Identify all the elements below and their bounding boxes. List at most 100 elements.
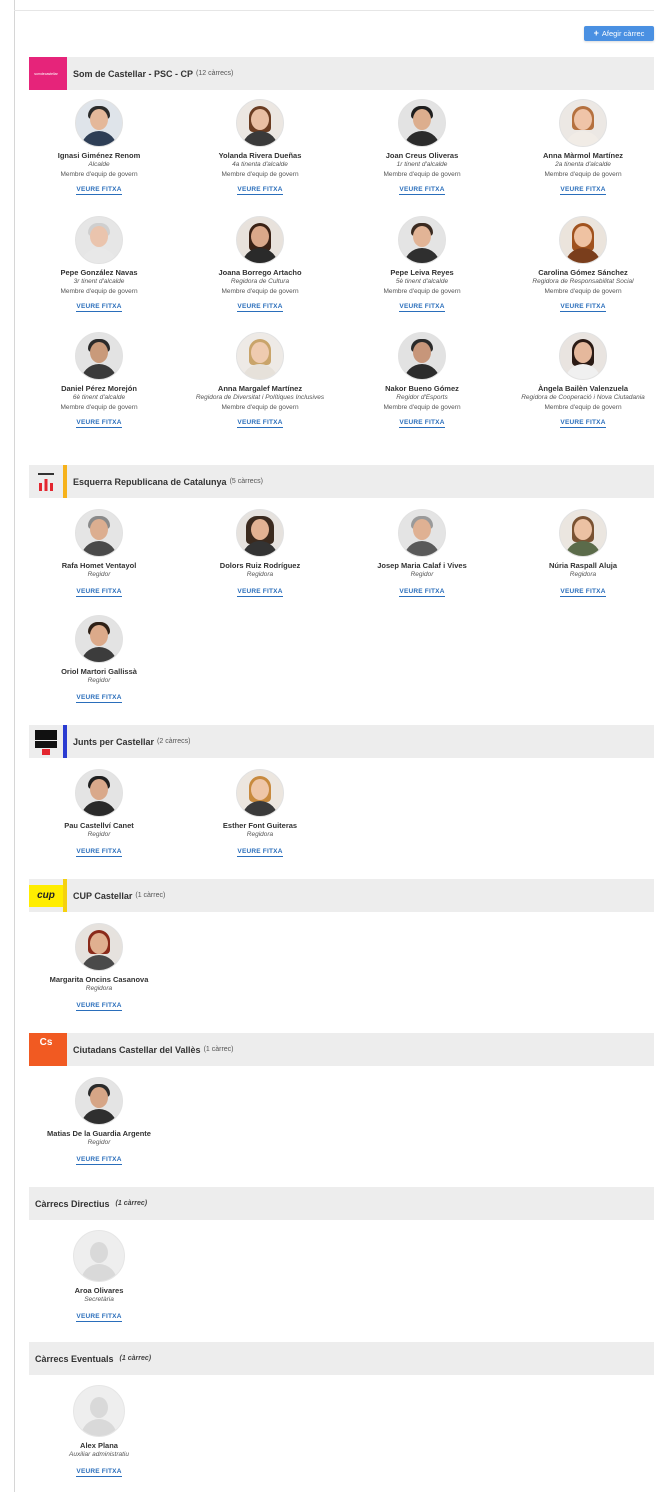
person-name: Joana Borrego Artacho	[218, 268, 302, 277]
view-profile-link[interactable]: VEURE FITXA	[399, 419, 445, 428]
group-name: Junts per Castellar	[73, 736, 155, 747]
person-role: 3r tinent d'alcalde	[73, 278, 125, 285]
view-profile-link[interactable]: VEURE FITXA	[76, 186, 122, 195]
person-card: Daniel Pérez Morejón 6è tinent d'alcalde…	[24, 332, 174, 429]
avatar	[398, 332, 446, 380]
person-role: 1r tinent d'alcalde	[396, 161, 448, 168]
view-profile-link[interactable]: VEURE FITXA	[399, 588, 445, 597]
group-color-bar	[63, 725, 67, 758]
person-member-note: Membre d'equip de govern	[544, 403, 622, 411]
person-member-note: Membre d'equip de govern	[221, 287, 299, 295]
view-profile-link[interactable]: VEURE FITXA	[560, 588, 606, 597]
person-name: Joan Creus Oliveras	[385, 151, 459, 160]
person-name: Ignasi Giménez Renom	[57, 151, 141, 160]
group-count: (5 càrrecs)	[229, 478, 264, 485]
person-member-note: Membre d'equip de govern	[221, 403, 299, 411]
person-name: Oriol Martori Gallissà	[61, 667, 137, 676]
default-avatar-icon	[73, 1230, 125, 1282]
person-role: Regidor	[87, 1139, 111, 1146]
view-profile-link[interactable]: VEURE FITXA	[76, 1002, 122, 1011]
view-profile-link[interactable]: VEURE FITXA	[76, 419, 122, 428]
psc-logo-text: somdecastellar	[29, 57, 63, 90]
cs-logo-text: Cs	[29, 1033, 63, 1066]
group-header-cs: Cs Ciutadans Castellar del Vallès (1 càr…	[29, 1033, 654, 1066]
person-card: Ignasi Giménez Renom Alcalde Membre d'eq…	[24, 99, 174, 196]
group-count: (1 càrrec)	[203, 1046, 234, 1053]
person-name: Nakor Bueno Gómez	[385, 384, 459, 393]
plus-icon: +	[593, 28, 599, 38]
view-profile-link[interactable]: VEURE FITXA	[237, 186, 283, 195]
view-profile-link[interactable]: VEURE FITXA	[76, 1156, 122, 1165]
person-name: Aroa Olivares	[74, 1286, 124, 1295]
group-count: (1 càrrec)	[115, 1200, 148, 1207]
person-card: Pepe González Navas 3r tinent d'alcalde …	[24, 216, 174, 313]
person-role: Regidora	[85, 985, 113, 992]
avatar	[236, 509, 284, 557]
person-card: Oriol Martori Gallissà Regidor VEURE FIT…	[24, 615, 174, 704]
view-profile-link[interactable]: VEURE FITXA	[76, 1468, 122, 1477]
person-name: Matias De la Guardia Argente	[47, 1129, 151, 1138]
group-count: (12 càrrecs)	[196, 70, 234, 77]
group-name: Esquerra Republicana de Catalunya	[73, 476, 227, 487]
group-count: (1 càrrec)	[119, 1355, 152, 1362]
view-profile-link[interactable]: VEURE FITXA	[560, 186, 606, 195]
view-profile-link[interactable]: VEURE FITXA	[399, 186, 445, 195]
person-role: Regidora de Cooperació i Nova Ciutadania	[521, 394, 645, 401]
group-color-bar	[63, 879, 67, 912]
person-name: Dolors Ruiz Rodríguez	[219, 561, 301, 570]
person-name: Margarita Oncins Casanova	[49, 975, 149, 984]
person-card: Dolors Ruiz Rodríguez Regidora VEURE FIT…	[185, 509, 335, 598]
group-count: (2 càrrecs)	[157, 738, 191, 745]
person-role: Regidor	[87, 677, 111, 684]
group-name: Càrrecs Directius	[35, 1198, 110, 1209]
person-name: Núria Raspall Aluja	[548, 561, 618, 570]
avatar	[236, 216, 284, 264]
view-profile-link[interactable]: VEURE FITXA	[560, 419, 606, 428]
default-avatar-icon	[73, 1385, 125, 1437]
avatar	[236, 769, 284, 817]
view-profile-link[interactable]: VEURE FITXA	[76, 1313, 122, 1322]
person-member-note: Membre d'equip de govern	[544, 170, 622, 178]
add-position-button[interactable]: + Afegir càrrec	[584, 26, 654, 41]
person-card: Àngela Bailèn Valenzuela Regidora de Coo…	[508, 332, 658, 429]
person-member-note: Membre d'equip de govern	[383, 287, 461, 295]
person-role: Auxiliar administratiu	[69, 1451, 129, 1458]
person-role: Regidor	[87, 571, 111, 578]
person-member-note: Membre d'equip de govern	[221, 170, 299, 178]
avatar	[236, 99, 284, 147]
view-profile-link[interactable]: VEURE FITXA	[399, 303, 445, 312]
view-profile-link[interactable]: VEURE FITXA	[76, 694, 122, 703]
person-role: Regidora de Cultura	[230, 278, 290, 285]
view-profile-link[interactable]: VEURE FITXA	[76, 588, 122, 597]
view-profile-link[interactable]: VEURE FITXA	[76, 303, 122, 312]
person-member-note: Membre d'equip de govern	[383, 170, 461, 178]
person-role: Regidora	[569, 571, 597, 578]
view-profile-link[interactable]: VEURE FITXA	[237, 848, 283, 857]
view-profile-link[interactable]: VEURE FITXA	[76, 848, 122, 857]
person-name: Pepe Leiva Reyes	[390, 268, 454, 277]
group-name: CUP Castellar	[73, 890, 133, 901]
junts-logo-icon	[29, 725, 63, 758]
view-profile-link[interactable]: VEURE FITXA	[237, 419, 283, 428]
avatar	[75, 216, 123, 264]
person-role: Regidor d'Esports	[396, 394, 448, 401]
group-name: Ciutadans Castellar del Vallès	[73, 1044, 201, 1055]
person-card: Yolanda Rivera Dueñas 4a tinenta d'alcal…	[185, 99, 335, 196]
view-profile-link[interactable]: VEURE FITXA	[237, 588, 283, 597]
person-name: Yolanda Rivera Dueñas	[218, 151, 302, 160]
person-role: Regidora de Diversitat i Polítiques Incl…	[195, 394, 325, 401]
person-name: Anna Màrmol Martínez	[542, 151, 623, 160]
view-profile-link[interactable]: VEURE FITXA	[237, 303, 283, 312]
person-role: Alcalde	[88, 161, 110, 168]
person-card: Joan Creus Oliveras 1r tinent d'alcalde …	[347, 99, 497, 196]
psc-logo-icon: somdecastellar	[29, 57, 63, 90]
view-profile-link[interactable]: VEURE FITXA	[560, 303, 606, 312]
person-card: Pau Castellví Canet Regidor VEURE FITXA	[24, 769, 174, 858]
person-card: Margarita Oncins Casanova Regidora VEURE…	[24, 923, 174, 1012]
person-member-note: Membre d'equip de govern	[383, 403, 461, 411]
group-name: Càrrecs Eventuals	[35, 1353, 114, 1364]
left-border	[14, 0, 15, 1492]
avatar	[236, 332, 284, 380]
group-color-bar	[63, 465, 67, 498]
person-card: Alex Plana Auxiliar administratiu VEURE …	[24, 1385, 174, 1478]
